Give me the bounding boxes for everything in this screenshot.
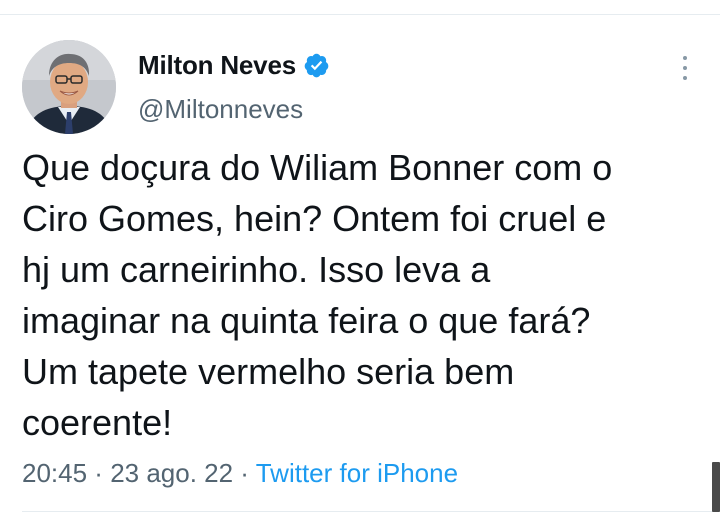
verified-badge-icon bbox=[303, 52, 330, 79]
display-name[interactable]: Milton Neves bbox=[138, 50, 330, 81]
tweet-date[interactable]: 23 ago. 22 bbox=[110, 458, 233, 488]
more-vertical-icon[interactable] bbox=[674, 54, 696, 82]
avatar-photo bbox=[22, 40, 116, 134]
tweet-source-link[interactable]: Twitter for iPhone bbox=[256, 458, 458, 488]
tweet-time[interactable]: 20:45 bbox=[22, 458, 87, 488]
tweet-meta: 20:45 · 23 ago. 22 · Twitter for iPhone bbox=[22, 458, 458, 489]
display-name-text: Milton Neves bbox=[138, 50, 296, 80]
top-divider bbox=[0, 14, 720, 15]
tweet-detail: Milton Neves @Miltonneves Que doçura do … bbox=[0, 0, 720, 525]
user-handle[interactable]: @Miltonneves bbox=[138, 94, 303, 125]
scrollbar-thumb[interactable] bbox=[712, 462, 720, 512]
tweet-text: Que doçura do Wiliam Bonner com o Ciro G… bbox=[22, 147, 613, 443]
meta-separator: · bbox=[233, 458, 256, 488]
avatar[interactable] bbox=[22, 40, 116, 134]
meta-separator: · bbox=[87, 458, 111, 488]
bottom-divider bbox=[22, 511, 720, 512]
